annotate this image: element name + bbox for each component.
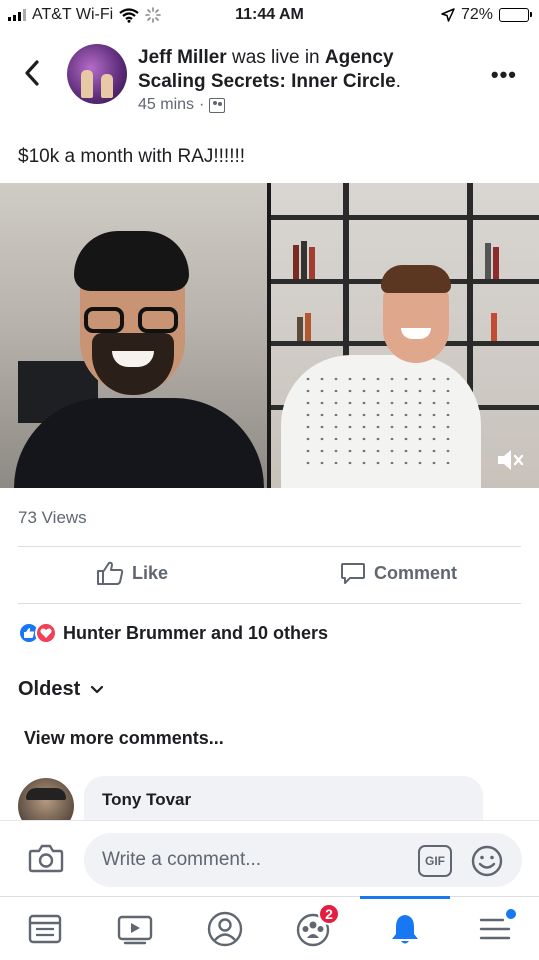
mute-icon[interactable] <box>495 446 525 474</box>
post-header: Jeff Miller was live in Agency Scaling S… <box>0 40 539 115</box>
gif-button[interactable]: GIF <box>418 845 452 877</box>
meta-separator: · <box>199 96 205 113</box>
video-pane-left <box>0 183 267 488</box>
watch-video-icon <box>117 915 153 945</box>
tab-profile[interactable] <box>180 897 270 960</box>
like-label: Like <box>132 562 169 583</box>
comment-input[interactable] <box>84 833 522 887</box>
thumbs-up-icon <box>97 561 124 585</box>
comment-bubble[interactable]: Tony Tovar <box>84 776 483 826</box>
comment-item: Tony Tovar <box>0 776 539 826</box>
tab-watch[interactable] <box>90 897 180 960</box>
tab-notifications[interactable] <box>360 896 450 960</box>
divider <box>18 603 521 604</box>
status-right: 72% <box>441 6 532 24</box>
comment-composer: GIF <box>0 820 539 896</box>
back-button[interactable] <box>20 56 44 90</box>
post-actions: Like Comment <box>0 548 539 602</box>
post-meta: 45 mins · <box>138 96 226 114</box>
hamburger-menu-icon <box>479 918 511 940</box>
group-privacy-icon <box>209 97 226 113</box>
tab-menu[interactable] <box>450 897 539 960</box>
tab-groups[interactable]: 2 <box>270 897 360 960</box>
comment-button[interactable]: Comment <box>340 560 457 586</box>
profile-icon <box>207 911 243 947</box>
like-button[interactable]: Like <box>96 560 168 586</box>
author-avatar[interactable] <box>67 44 127 104</box>
bottom-tab-bar: 2 <box>0 896 539 960</box>
status-bar: AT&T Wi-Fi 11:44 AM 72% <box>0 0 539 30</box>
headline-action: was live in <box>226 47 325 68</box>
comment-sort-dropdown[interactable]: Oldest <box>18 678 104 701</box>
sort-label: Oldest <box>18 678 81 700</box>
emoji-icon[interactable] <box>470 844 504 878</box>
post-text: $10k a month with RAJ!!!!!! <box>18 146 246 167</box>
battery-icon <box>499 8 532 22</box>
view-count[interactable]: 73 Views <box>18 508 87 528</box>
camera-icon[interactable] <box>28 841 64 875</box>
reactions-text: Hunter Brummer and 10 others <box>63 622 329 643</box>
news-feed-icon <box>28 914 62 944</box>
battery-percent: 72% <box>460 6 493 23</box>
author-name[interactable]: Jeff Miller <box>138 47 227 68</box>
commenter-name[interactable]: Tony Tovar <box>102 790 465 810</box>
live-video[interactable] <box>0 183 539 488</box>
bell-icon <box>392 915 418 944</box>
post-headline: Jeff Miller was live in Agency Scaling S… <box>138 46 438 94</box>
tab-news-feed[interactable] <box>0 897 90 960</box>
view-more-comments-link[interactable]: View more comments... <box>24 728 224 749</box>
groups-notification-badge: 2 <box>318 903 340 925</box>
chevron-down-icon <box>91 685 104 693</box>
comment-label: Comment <box>374 562 458 583</box>
love-reaction-icon <box>35 622 57 644</box>
video-pane-right <box>271 183 539 488</box>
divider <box>18 546 521 547</box>
location-arrow-icon <box>441 8 455 22</box>
more-options-button[interactable]: ••• <box>491 62 517 88</box>
commenter-avatar[interactable] <box>18 778 74 826</box>
headline-suffix: . <box>395 71 401 92</box>
comment-bubble-icon <box>341 563 365 584</box>
reactions-summary[interactable]: Hunter Brummer and 10 others <box>18 622 328 644</box>
menu-update-dot <box>506 909 516 919</box>
post-time[interactable]: 45 mins <box>138 96 194 114</box>
